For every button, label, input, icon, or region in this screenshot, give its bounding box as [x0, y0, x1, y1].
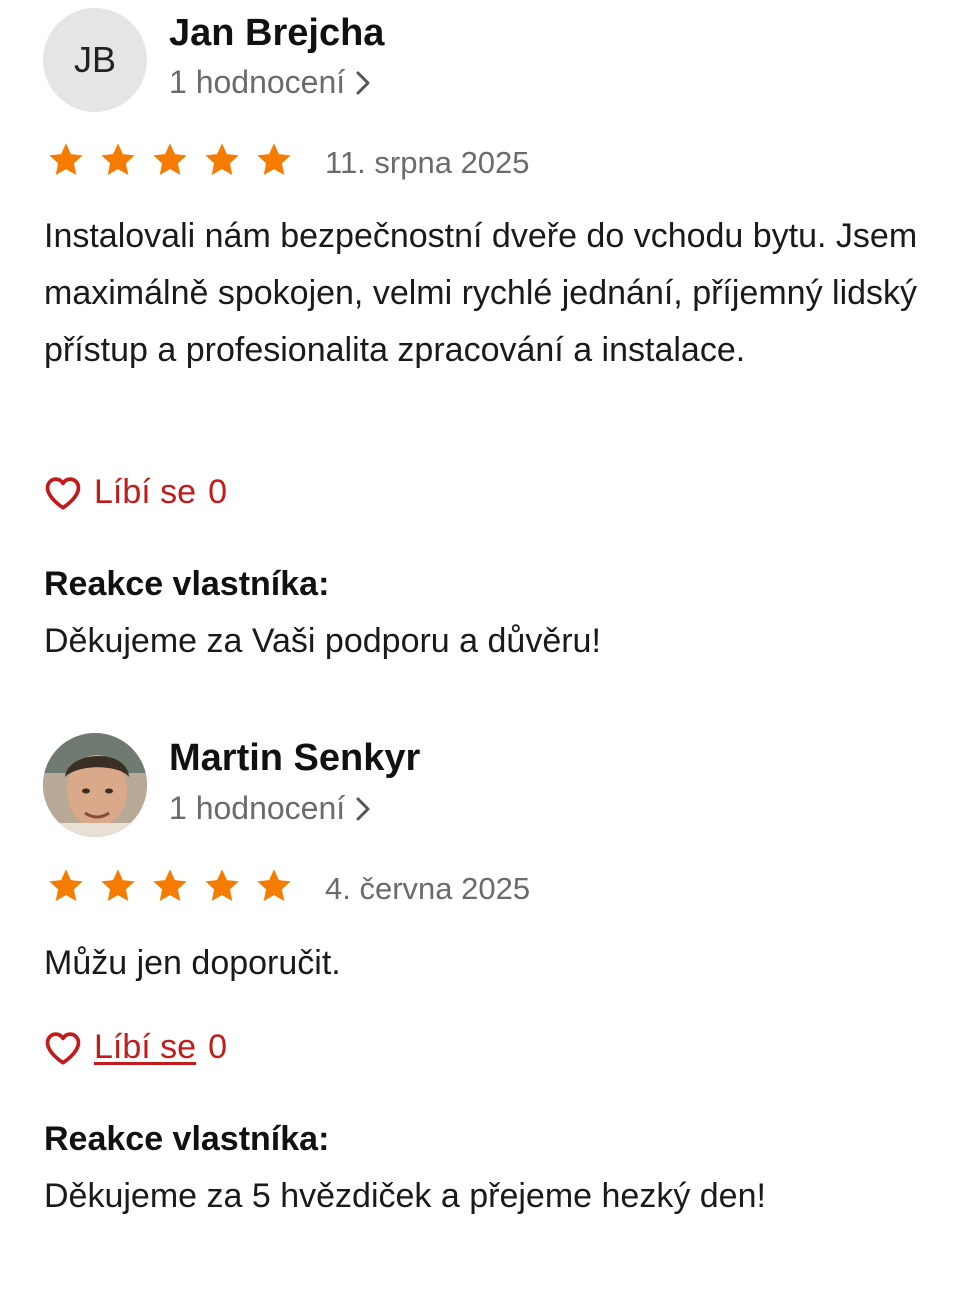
- author-name[interactable]: Martin Senkyr: [169, 737, 420, 780]
- like-button[interactable]: Líbí se 0: [44, 473, 227, 512]
- star-icon: [153, 869, 187, 902]
- star-icon: [101, 869, 135, 902]
- review-date: 11. srpna 2025: [325, 145, 530, 180]
- star-icon: [101, 143, 135, 176]
- like-label: Líbí se: [94, 473, 197, 511]
- star-icon: [49, 143, 83, 176]
- like-label: Líbí se: [94, 1028, 197, 1066]
- ratings-count: 1 hodnocení: [169, 790, 346, 826]
- review-text: Můžu jen doporučit.: [44, 944, 341, 982]
- review-date: 4. června 2025: [325, 871, 531, 906]
- owner-reply-text: Děkujeme za Vaši podporu a důvěru!: [44, 622, 601, 660]
- owner-reply-heading: Reakce vlastníka:: [44, 565, 330, 603]
- star-icon: [257, 143, 291, 176]
- like-count: 0: [208, 1028, 227, 1066]
- avatar-photo: [43, 733, 147, 837]
- ratings-count-link[interactable]: 1 hodnocení: [169, 64, 373, 101]
- owner-reply-text: Děkujeme za 5 hvězdiček a přejeme hezký …: [44, 1177, 766, 1215]
- star-icon: [153, 143, 187, 176]
- like-count: 0: [208, 473, 227, 511]
- star-rating: [47, 867, 293, 905]
- heart-icon: [45, 476, 81, 510]
- chevron-right-icon: [356, 797, 370, 820]
- owner-reply-heading: Reakce vlastníka:: [44, 1120, 330, 1158]
- heart-icon: [45, 1031, 81, 1065]
- star-icon: [49, 869, 83, 902]
- avatar-initials: JB: [73, 39, 116, 80]
- avatar[interactable]: JB: [43, 8, 147, 112]
- ratings-count: 1 hodnocení: [169, 64, 346, 100]
- chevron-right-icon: [356, 71, 370, 94]
- star-rating: [47, 141, 293, 179]
- star-icon: [205, 869, 239, 902]
- review-text: Instalovali nám bezpečnostní dveře do vc…: [44, 217, 918, 369]
- like-button[interactable]: Líbí se 0: [44, 1028, 227, 1067]
- avatar[interactable]: [43, 733, 147, 837]
- star-icon: [205, 143, 239, 176]
- ratings-count-link[interactable]: 1 hodnocení: [169, 790, 373, 827]
- author-name[interactable]: Jan Brejcha: [169, 12, 384, 55]
- star-icon: [257, 869, 291, 902]
